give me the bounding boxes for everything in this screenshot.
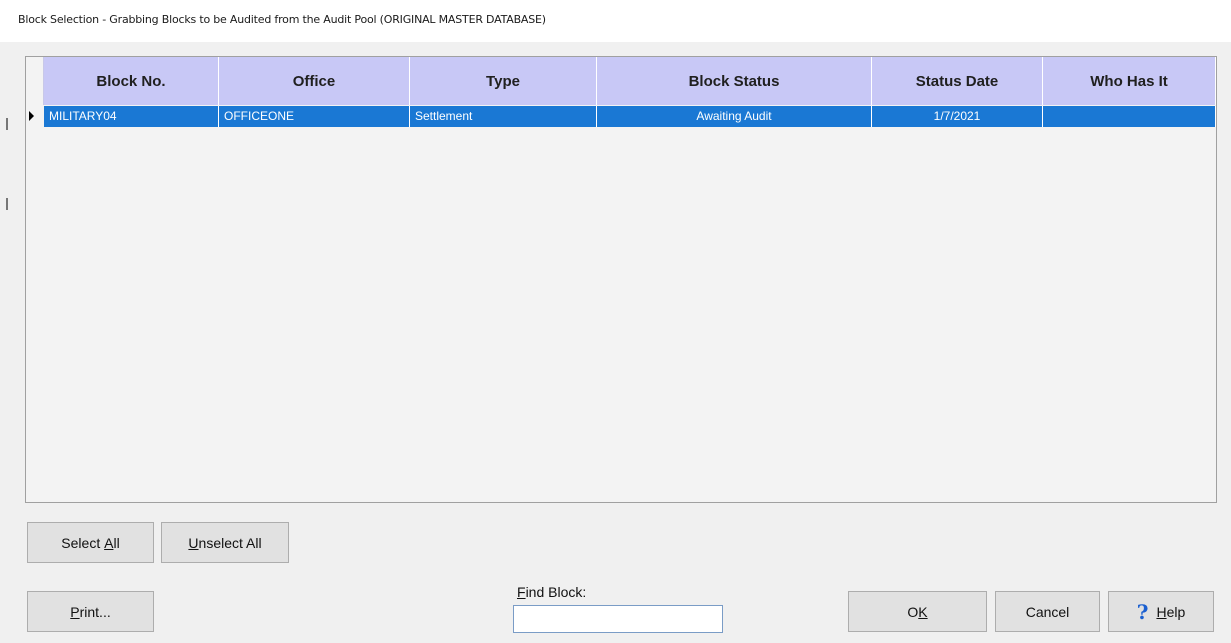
- column-header-block-no[interactable]: Block No.: [44, 57, 219, 105]
- blocks-grid[interactable]: Block No. Office Type Block Status Statu…: [25, 56, 1217, 503]
- column-header-office[interactable]: Office: [219, 57, 410, 105]
- find-block-label-key: F: [517, 584, 526, 600]
- cell-block-status[interactable]: Awaiting Audit: [597, 106, 872, 127]
- print-label-post: rint...: [79, 603, 111, 620]
- cancel-button[interactable]: Cancel: [995, 591, 1100, 632]
- cell-type[interactable]: Settlement: [410, 106, 597, 127]
- current-row-arrow-icon: [29, 111, 34, 121]
- ok-label-key: K: [918, 603, 928, 620]
- print-label-key: P: [70, 603, 80, 620]
- print-button[interactable]: Print...: [27, 591, 154, 632]
- cell-who-has-it[interactable]: [1043, 106, 1216, 127]
- help-button[interactable]: ? Help: [1108, 591, 1214, 632]
- window-edge-mark: [6, 198, 8, 210]
- cancel-label: Cancel: [1025, 603, 1070, 620]
- unselect-all-button[interactable]: Unselect All: [161, 522, 289, 563]
- help-label-key: H: [1156, 603, 1167, 620]
- select-all-label-pre: Select: [61, 534, 105, 551]
- column-header-type[interactable]: Type: [410, 57, 597, 105]
- select-all-label-post: ll: [113, 534, 120, 551]
- table-row[interactable]: MILITARY04 OFFICEONE Settlement Awaiting…: [44, 106, 1216, 127]
- cell-office[interactable]: OFFICEONE: [219, 106, 410, 127]
- window-edge-mark: [6, 118, 8, 130]
- row-selector[interactable]: [26, 105, 44, 127]
- find-block-input[interactable]: [513, 605, 723, 633]
- ok-label-pre: O: [907, 603, 919, 620]
- column-header-block-status[interactable]: Block Status: [597, 57, 872, 105]
- ok-button[interactable]: OK: [848, 591, 987, 632]
- grid-corner-cell[interactable]: [26, 57, 44, 105]
- column-header-status-date[interactable]: Status Date: [872, 57, 1043, 105]
- find-block-label-rest: ind Block:: [525, 584, 587, 600]
- select-all-button[interactable]: Select All: [27, 522, 154, 563]
- cell-status-date[interactable]: 1/7/2021: [872, 106, 1043, 127]
- select-all-label-key: A: [104, 534, 114, 551]
- unselect-all-label-key: U: [188, 534, 199, 551]
- unselect-all-label-post: nselect All: [198, 534, 262, 551]
- column-header-who-has-it[interactable]: Who Has It: [1043, 57, 1216, 105]
- help-label-post: elp: [1166, 603, 1186, 620]
- grid-header: Block No. Office Type Block Status Statu…: [26, 57, 1216, 105]
- find-block-label: Find Block:: [517, 584, 586, 600]
- title-bar: Block Selection - Grabbing Blocks to be …: [0, 0, 1231, 42]
- question-mark-icon: ?: [1136, 599, 1149, 624]
- cell-block-no[interactable]: MILITARY04: [44, 106, 219, 127]
- window-title: Block Selection - Grabbing Blocks to be …: [18, 13, 546, 26]
